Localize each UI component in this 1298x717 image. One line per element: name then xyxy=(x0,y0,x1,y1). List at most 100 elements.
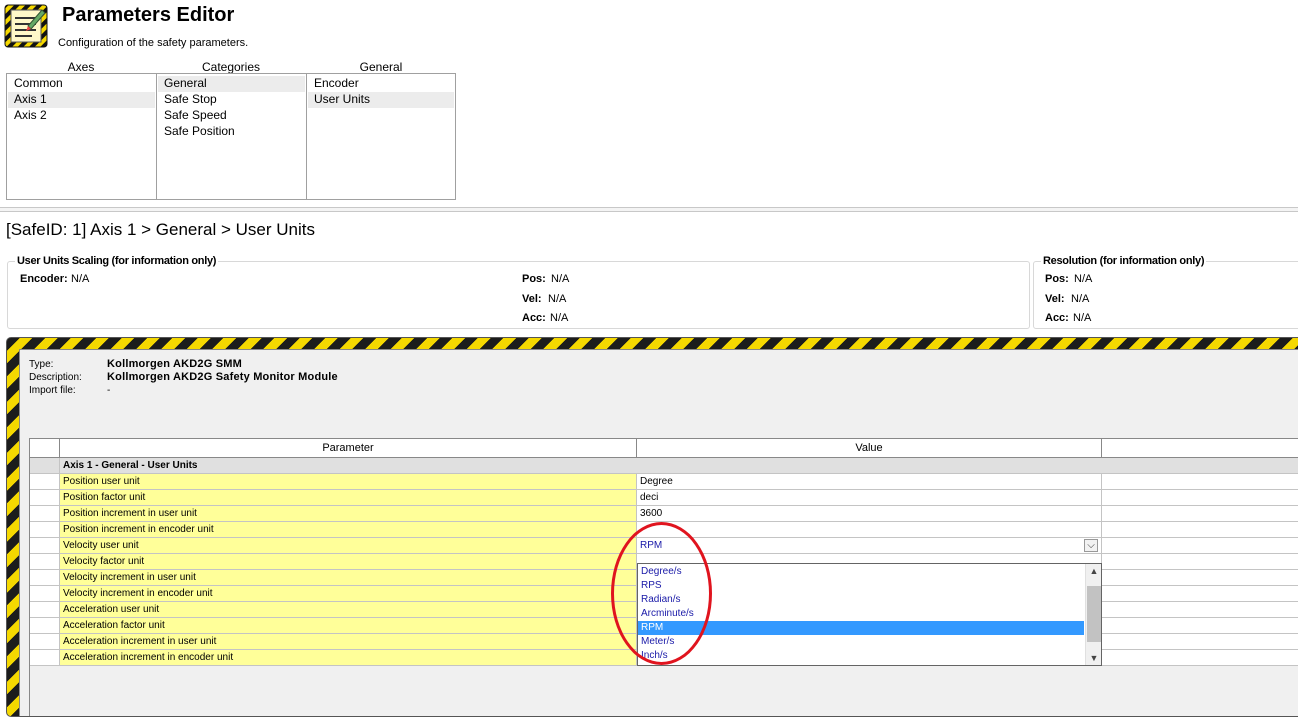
unit-dropdown-list[interactable]: Degree/s RPS Radian/s Arcminute/s RPM Meter/s… xyxy=(637,563,1102,666)
scroll-down-icon[interactable]: ▼ xyxy=(1086,651,1102,665)
extra-cell xyxy=(1102,570,1298,586)
categories-header: Categories xyxy=(201,60,261,74)
extra-cell xyxy=(1102,474,1298,490)
row-header[interactable] xyxy=(30,602,60,618)
row-header[interactable] xyxy=(30,522,60,538)
extra-cell xyxy=(1102,490,1298,506)
value-column-header[interactable]: Value xyxy=(637,439,1102,458)
row-header[interactable] xyxy=(30,490,60,506)
extra-cell xyxy=(1102,618,1298,634)
resolution-pos-label: Pos: xyxy=(1045,273,1069,285)
parameter-cell: Position factor unit xyxy=(60,490,637,506)
parameter-cell: Velocity increment in encoder unit xyxy=(60,586,637,602)
parameter-column-header[interactable]: Parameter xyxy=(60,439,637,458)
categories-item-safe-position[interactable]: Safe Position xyxy=(158,124,305,140)
scaling-pos-value: N/A xyxy=(551,273,570,285)
resolution-acc-label: Acc: xyxy=(1045,312,1069,324)
page-title: Parameters Editor xyxy=(62,4,235,26)
description-value: Kollmorgen AKD2G Safety Monitor Module xyxy=(107,371,338,383)
dropdown-chevron-icon[interactable]: ⌵ xyxy=(1084,539,1098,552)
hazard-border-panel: Type: Kollmorgen AKD2G SMM Description: … xyxy=(6,337,1298,717)
resolution-vel-label: Vel: xyxy=(1045,293,1065,305)
dropdown-option[interactable]: RPM xyxy=(638,621,1084,635)
general-item-encoder[interactable]: Encoder xyxy=(308,76,454,92)
extra-cell xyxy=(1102,650,1298,666)
breadcrumb: [SafeID: 1] Axis 1 > General > User Unit… xyxy=(6,220,315,239)
parameter-cell: Velocity factor unit xyxy=(60,554,637,570)
value-cell[interactable] xyxy=(637,522,1102,538)
encoder-label: Encoder: xyxy=(20,273,68,285)
categories-item-safe-stop[interactable]: Safe Stop xyxy=(158,92,305,108)
row-header[interactable] xyxy=(30,570,60,586)
general-item-user-units[interactable]: User Units xyxy=(308,92,454,108)
resolution-acc-value: N/A xyxy=(1073,312,1092,324)
type-label: Type: xyxy=(29,359,54,370)
axes-header: Axes xyxy=(67,60,95,74)
parameter-cell: Position user unit xyxy=(60,474,637,490)
extra-cell xyxy=(1102,602,1298,618)
description-label: Description: xyxy=(29,372,82,383)
scaling-acc-value: N/A xyxy=(550,312,569,324)
page-subtitle: Configuration of the safety parameters. xyxy=(58,37,249,49)
resolution-vel-value: N/A xyxy=(1071,293,1090,305)
resolution-group: Resolution (for information only) Pos: N… xyxy=(1033,255,1298,329)
import-file-value: - xyxy=(107,385,111,396)
categories-item-general[interactable]: General xyxy=(158,76,305,92)
row-header[interactable] xyxy=(30,618,60,634)
device-panel: Type: Kollmorgen AKD2G SMM Description: … xyxy=(19,349,1298,716)
import-file-label: Import file: xyxy=(29,385,76,396)
scaling-group-title: User Units Scaling (for information only… xyxy=(15,255,219,267)
value-cell[interactable]: deci xyxy=(637,490,1102,506)
user-units-scaling-group: User Units Scaling (for information only… xyxy=(7,255,1030,329)
value-cell[interactable]: 3600 xyxy=(637,506,1102,522)
extra-column-header xyxy=(1102,439,1298,458)
dropdown-scrollbar[interactable]: ▲ ▼ xyxy=(1085,564,1101,665)
row-header[interactable] xyxy=(30,474,60,490)
value-cell[interactable]: Degree xyxy=(637,474,1102,490)
dropdown-option[interactable]: RPS xyxy=(638,579,1084,593)
categories-list[interactable]: General Safe Stop Safe Speed Safe Positi… xyxy=(156,73,307,200)
parameter-cell: Acceleration increment in user unit xyxy=(60,634,637,650)
row-header[interactable] xyxy=(30,586,60,602)
general-list[interactable]: Encoder User Units xyxy=(306,73,456,200)
axes-list[interactable]: Common Axis 1 Axis 2 xyxy=(6,73,157,200)
group-row-title: Axis 1 - General - User Units xyxy=(60,458,1298,474)
value-cell[interactable]: RPM ⌵ xyxy=(637,538,1102,554)
row-header[interactable] xyxy=(30,538,60,554)
checklist-hazard-icon xyxy=(4,4,48,48)
extra-cell xyxy=(1102,634,1298,650)
resolution-pos-value: N/A xyxy=(1074,273,1093,285)
scroll-up-icon[interactable]: ▲ xyxy=(1086,564,1102,578)
scroll-thumb[interactable] xyxy=(1087,586,1101,642)
parameter-cell: Acceleration user unit xyxy=(60,602,637,618)
resolution-group-title: Resolution (for information only) xyxy=(1041,255,1207,267)
axes-item-axis-1[interactable]: Axis 1 xyxy=(8,92,155,108)
axes-item-common[interactable]: Common xyxy=(8,76,155,92)
parameter-cell: Acceleration factor unit xyxy=(60,618,637,634)
scaling-vel-label: Vel: xyxy=(522,293,542,305)
dropdown-option[interactable]: Meter/s xyxy=(638,635,1084,649)
type-value: Kollmorgen AKD2G SMM xyxy=(107,358,242,370)
extra-cell xyxy=(1102,586,1298,602)
dropdown-option[interactable]: Radian/s xyxy=(638,593,1084,607)
splitter[interactable] xyxy=(0,207,1298,212)
grid-corner-header xyxy=(30,439,60,458)
general-header: General xyxy=(359,60,403,74)
parameter-cell: Velocity user unit xyxy=(60,538,637,554)
row-header[interactable] xyxy=(30,554,60,570)
dropdown-option[interactable]: Arcminute/s xyxy=(638,607,1084,621)
row-header[interactable] xyxy=(30,650,60,666)
parameter-cell: Position increment in user unit xyxy=(60,506,637,522)
extra-cell xyxy=(1102,538,1298,554)
dropdown-option[interactable]: Degree/s xyxy=(638,565,1084,579)
row-header[interactable] xyxy=(30,506,60,522)
dropdown-option[interactable]: Inch/s xyxy=(638,649,1084,663)
parameter-grid[interactable]: Parameter Value Axis 1 - General - User … xyxy=(29,438,1298,716)
group-row-header xyxy=(30,458,60,474)
extra-cell xyxy=(1102,554,1298,570)
row-header[interactable] xyxy=(30,634,60,650)
parameter-cell: Velocity increment in user unit xyxy=(60,570,637,586)
axes-item-axis-2[interactable]: Axis 2 xyxy=(8,108,155,124)
scaling-pos-label: Pos: xyxy=(522,273,546,285)
categories-item-safe-speed[interactable]: Safe Speed xyxy=(158,108,305,124)
